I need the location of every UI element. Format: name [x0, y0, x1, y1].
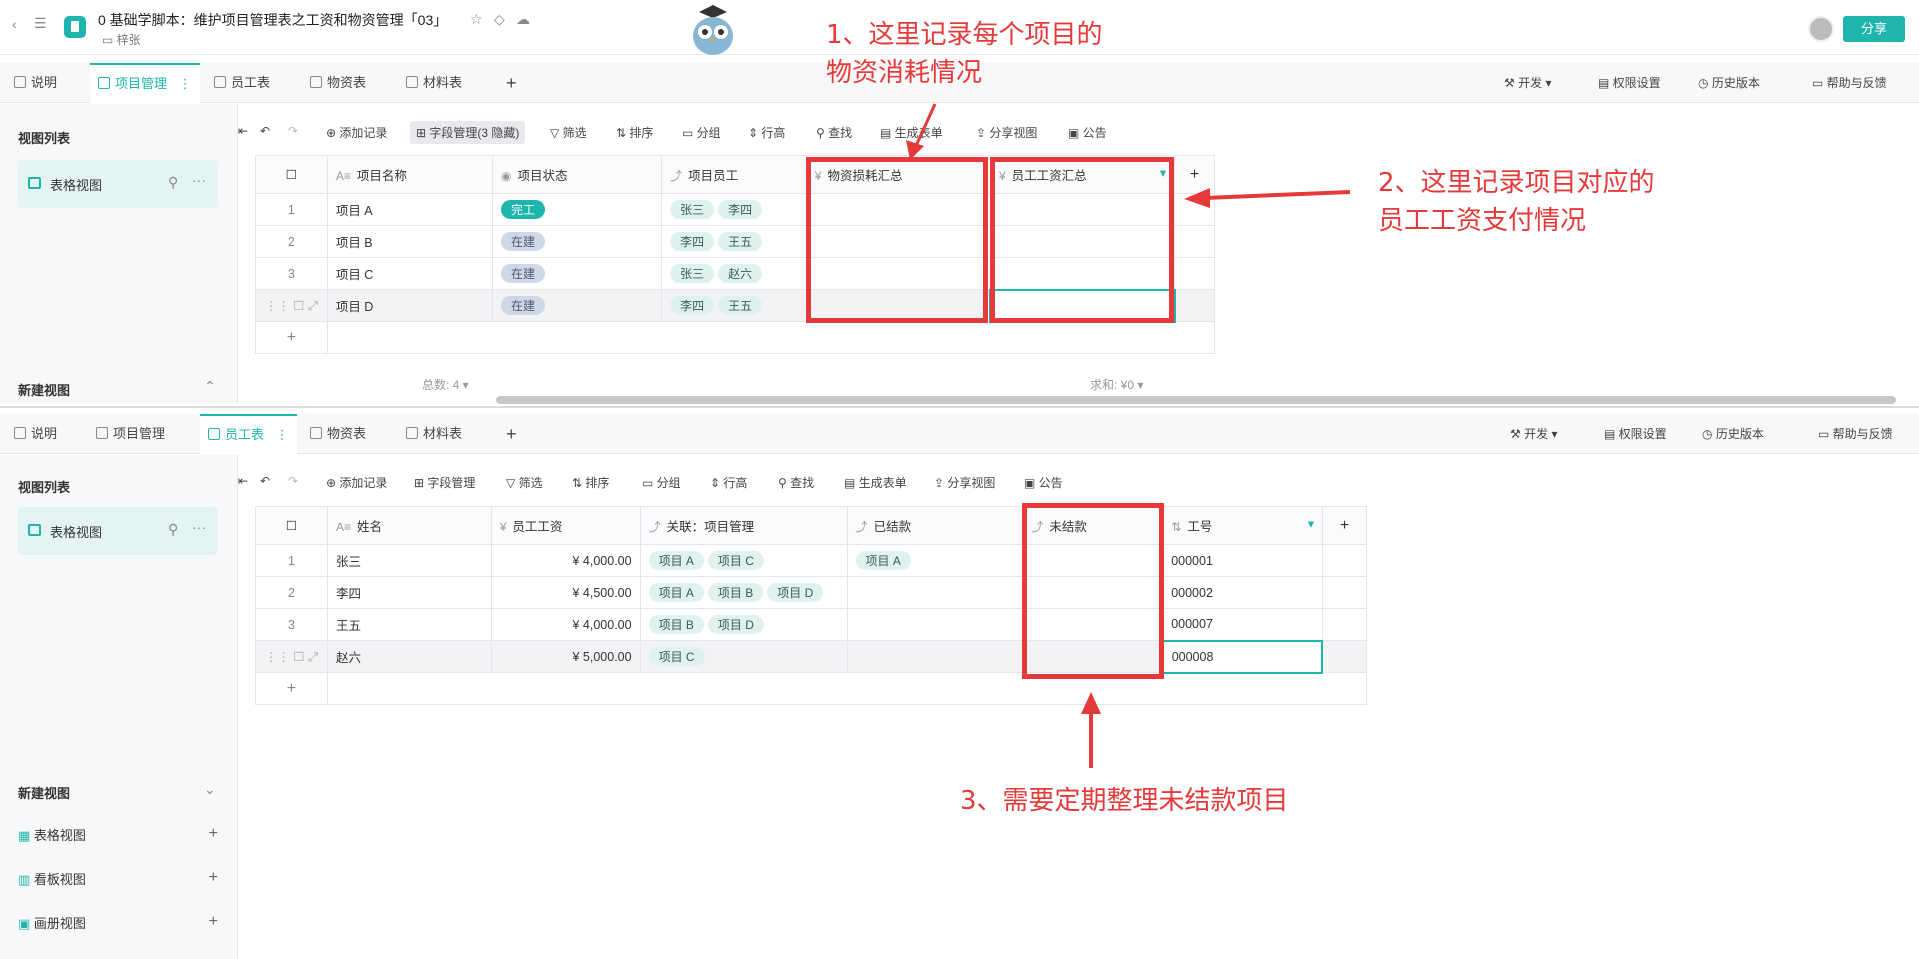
annotation-arrows	[906, 103, 1351, 768]
